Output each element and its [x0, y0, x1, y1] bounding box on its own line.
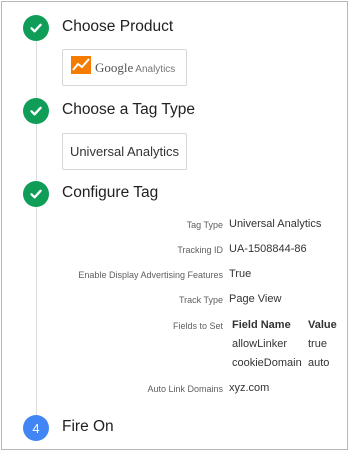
- check-icon: [23, 15, 49, 41]
- property-row: Enable Display Advertising Features True: [62, 265, 347, 285]
- property-label: Tag Type: [186, 220, 223, 230]
- check-icon: [23, 181, 49, 207]
- property-label: Auto Link Domains: [147, 384, 223, 394]
- property-label: Tracking ID: [177, 245, 223, 255]
- property-row: Tag Type Universal Analytics: [62, 215, 347, 235]
- check-icon: [23, 98, 49, 124]
- field-name-cell: allowLinker: [232, 338, 288, 350]
- step-title-fire-on[interactable]: Fire On: [62, 418, 114, 436]
- product-label: Analytics: [135, 63, 176, 75]
- product-brand: Google: [95, 59, 134, 75]
- stepper-rail: [36, 40, 37, 415]
- property-row: Tracking ID UA-1508844-86: [62, 240, 347, 260]
- field-name-cell: cookieDomain: [232, 357, 302, 369]
- step-number-badge: 4: [23, 415, 49, 441]
- property-value: True: [229, 268, 252, 280]
- property-value: Page View: [229, 293, 282, 305]
- google-analytics-logo-icon: [71, 56, 91, 79]
- field-value-cell: auto: [308, 357, 330, 369]
- property-label: Track Type: [178, 295, 223, 305]
- property-label: Fields to Set: [172, 321, 223, 331]
- column-header-field-name: Field Name: [232, 319, 291, 331]
- tag-type-card[interactable]: Universal Analytics: [62, 133, 187, 170]
- field-value-cell: true: [308, 338, 327, 350]
- step-title-configure-tag[interactable]: Configure Tag: [62, 184, 158, 202]
- fields-to-set-row: Fields to Set Field Name Value allowLink…: [62, 316, 347, 372]
- column-header-value: Value: [308, 319, 337, 331]
- product-card-google-analytics[interactable]: Google Analytics: [62, 49, 187, 86]
- step-title-choose-product[interactable]: Choose Product: [62, 18, 173, 36]
- property-value: xyz.com: [229, 382, 270, 394]
- tag-setup-panel: Choose Product Google Analytics Choose a …: [1, 1, 348, 450]
- product-name: Google Analytics: [95, 60, 175, 76]
- property-value: Universal Analytics: [229, 218, 322, 230]
- property-row: Auto Link Domains xyz.com: [62, 379, 347, 399]
- property-value: UA-1508844-86: [229, 243, 307, 255]
- property-row: Track Type Page View: [62, 290, 347, 310]
- step-title-choose-tag-type[interactable]: Choose a Tag Type: [62, 101, 195, 119]
- property-label: Enable Display Advertising Features: [78, 270, 223, 280]
